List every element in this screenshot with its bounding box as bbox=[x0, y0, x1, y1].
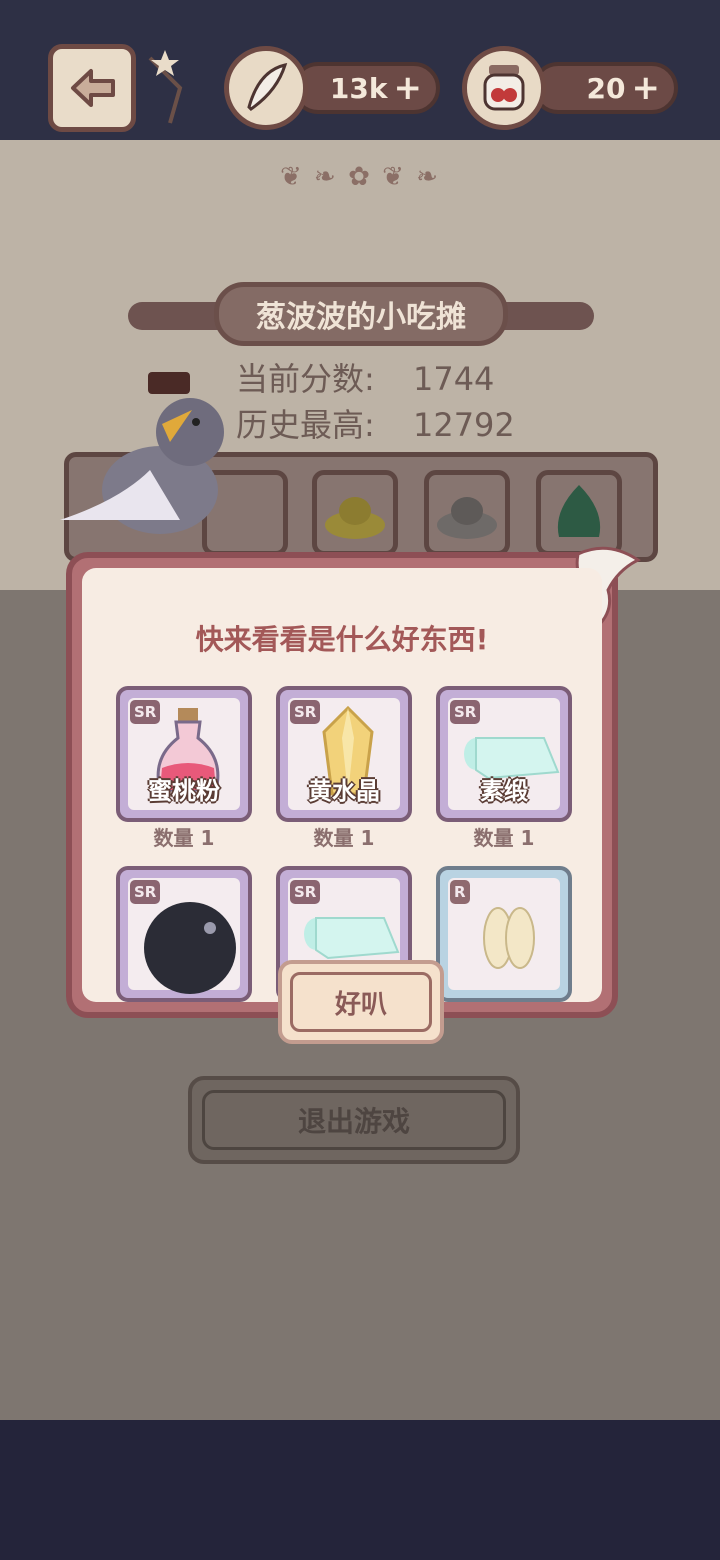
rarity-badge: SR bbox=[290, 700, 321, 724]
rarity-badge: SR bbox=[130, 880, 161, 904]
ok-button-label: 好叭 bbox=[290, 972, 432, 1032]
item-quantity: 数量 1 bbox=[473, 826, 535, 850]
add-jar-button[interactable]: + bbox=[632, 68, 661, 108]
top-ornament: ❦ ❧ ✿ ❦ ❧ bbox=[280, 162, 440, 192]
top-bar: 13k + 20 + bbox=[0, 0, 720, 140]
item-name: 黄水晶 bbox=[308, 777, 380, 805]
exit-game-button[interactable]: 退出游戏 bbox=[188, 1076, 520, 1164]
star-ornament-icon bbox=[140, 38, 210, 128]
exit-game-label: 退出游戏 bbox=[202, 1090, 506, 1150]
add-feather-button[interactable]: + bbox=[394, 68, 423, 108]
rarity-badge: SR bbox=[450, 700, 481, 724]
ok-button[interactable]: 好叭 bbox=[278, 960, 444, 1044]
reward-slot bbox=[312, 470, 398, 556]
reward-dialog-body: 快来看看是什么好东西! SR 蜜桃粉 数量 1 SR 黄水晶 数量 1 SR 素… bbox=[82, 568, 602, 1002]
best-score-row: 历史最高: 12792 bbox=[236, 400, 515, 446]
stall-title: 葱波波的小吃摊 bbox=[214, 282, 508, 346]
back-button[interactable] bbox=[48, 44, 136, 132]
current-score-label: 当前分数: bbox=[236, 360, 375, 398]
best-score-value: 12792 bbox=[412, 406, 515, 444]
rarity-badge: R bbox=[450, 880, 470, 904]
dialog-title: 快来看看是什么好东西! bbox=[195, 623, 489, 656]
jar-currency: 20 + bbox=[532, 62, 678, 114]
item-name: 素缎 bbox=[480, 777, 528, 805]
magpie-character bbox=[20, 370, 240, 550]
reward-card[interactable]: SR 素缎 bbox=[436, 686, 572, 822]
rarity-badge: SR bbox=[290, 880, 321, 904]
feather-count: 13k bbox=[329, 71, 388, 105]
feather-icon bbox=[224, 46, 308, 130]
item-name: 蜜桃粉 bbox=[148, 777, 220, 805]
current-score-row: 当前分数: 1744 bbox=[236, 354, 494, 400]
reward-card[interactable]: SR 黄水晶 bbox=[276, 686, 412, 822]
reward-slot bbox=[424, 470, 510, 556]
reward-card[interactable]: SR bbox=[116, 866, 252, 1002]
jar-icon bbox=[462, 46, 546, 130]
feather-currency: 13k + bbox=[292, 62, 440, 114]
rarity-badge: SR bbox=[130, 700, 161, 724]
silver-ingot-icon bbox=[437, 497, 497, 539]
best-score-label: 历史最高: bbox=[236, 406, 375, 444]
gold-ingot-icon bbox=[325, 497, 385, 539]
current-score-value: 1744 bbox=[412, 360, 495, 398]
jar-count: 20 bbox=[586, 71, 626, 105]
arrow-left-icon bbox=[71, 69, 115, 107]
item-quantity: 数量 1 bbox=[153, 826, 215, 850]
reward-card[interactable]: R bbox=[436, 866, 572, 1002]
item-quantity: 数量 1 bbox=[313, 826, 375, 850]
bottom-scene bbox=[0, 1420, 720, 1560]
reward-card[interactable]: SR 蜜桃粉 bbox=[116, 686, 252, 822]
